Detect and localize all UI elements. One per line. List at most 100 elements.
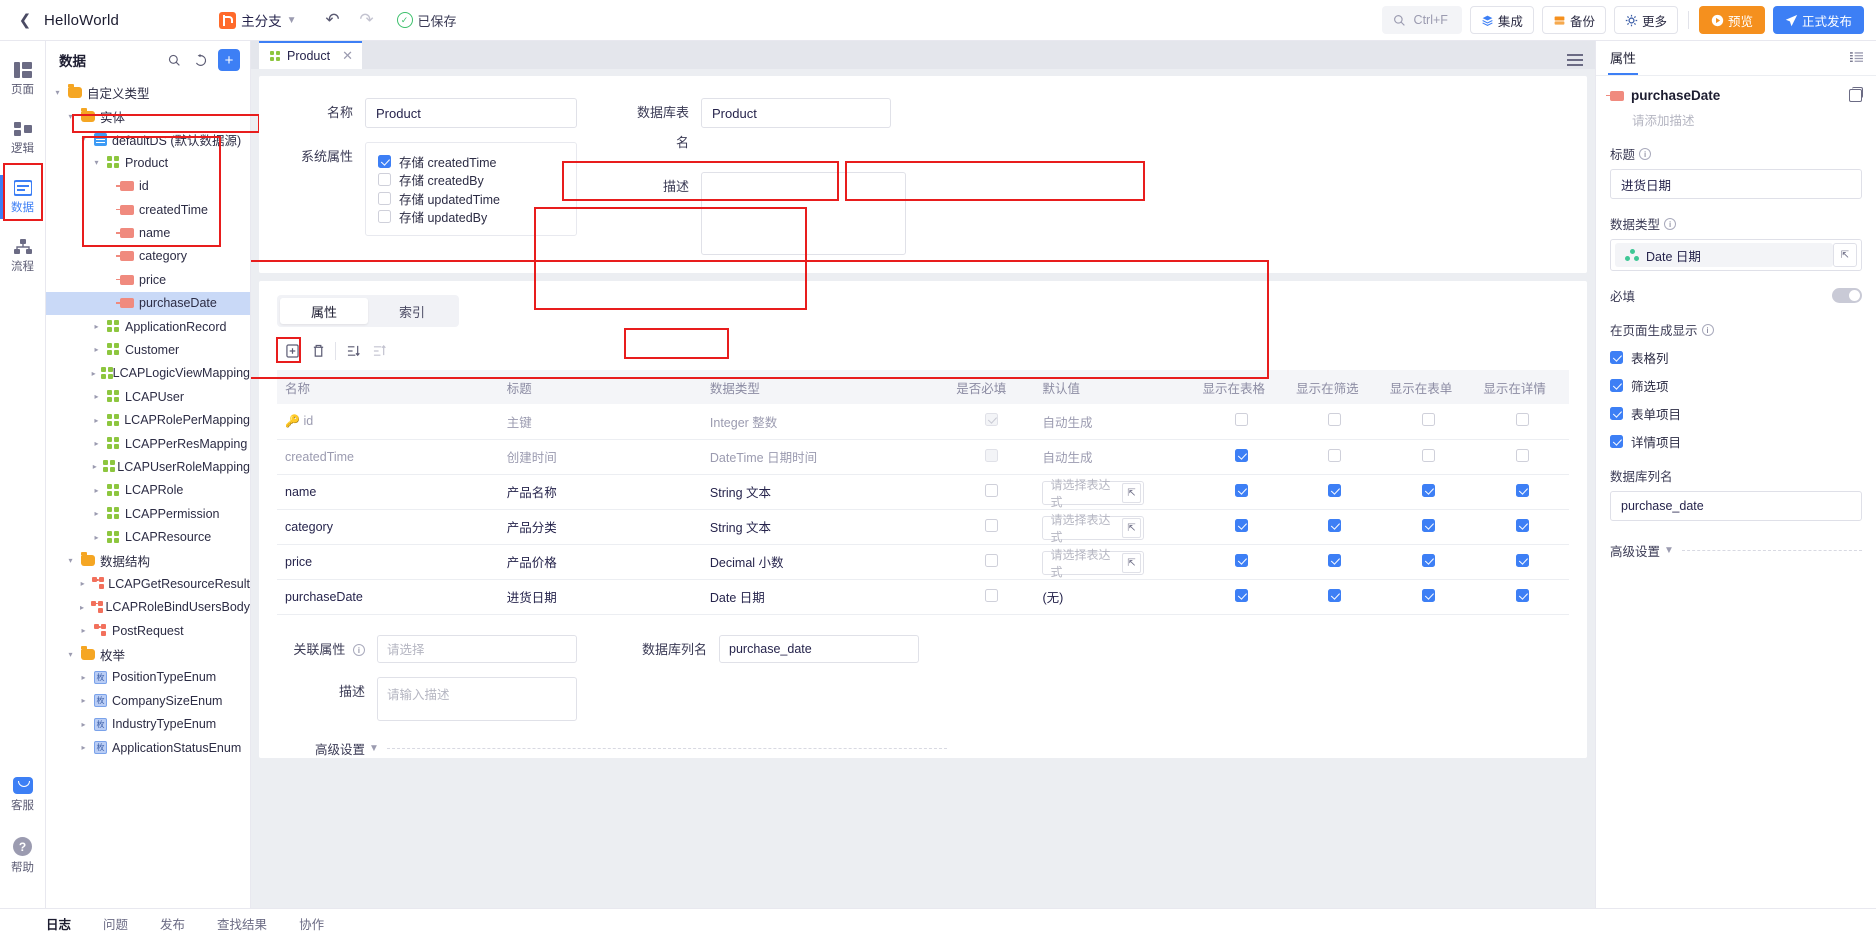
checkbox[interactable] bbox=[1234, 518, 1248, 532]
cell-default[interactable]: (无) bbox=[1034, 579, 1195, 615]
tree-node[interactable]: ▸ LCAPUserRoleMapping bbox=[46, 455, 250, 478]
cell-required[interactable] bbox=[948, 474, 1035, 510]
sidebar-item-page[interactable]: 页面 bbox=[0, 55, 46, 103]
checkbox[interactable] bbox=[1515, 448, 1529, 462]
sidebar-item-support[interactable]: 客服 bbox=[0, 770, 46, 819]
cell-title[interactable]: 主键 bbox=[498, 404, 702, 440]
add-button[interactable]: + bbox=[218, 49, 240, 71]
cell-show-in-table[interactable] bbox=[1194, 544, 1289, 580]
tree-node[interactable]: ▸ 枚 PositionTypeEnum bbox=[46, 666, 250, 689]
cell-show-in-filter[interactable] bbox=[1288, 544, 1382, 580]
twisty-icon[interactable]: ▸ bbox=[91, 322, 102, 331]
sidebar-item-help[interactable]: ? 帮助 bbox=[0, 830, 46, 881]
tree-node[interactable]: ▾ defaultDS (默认数据源) bbox=[46, 128, 250, 151]
checkbox[interactable] bbox=[1515, 518, 1529, 532]
cell-show-in-filter[interactable] bbox=[1288, 439, 1382, 475]
dbcolumn-input[interactable]: purchase_date bbox=[1610, 491, 1862, 521]
display-checkbox-group[interactable]: 表格列 筛选项 表单项目 详情项目 bbox=[1610, 348, 1862, 451]
segment-tab[interactable]: 属性 bbox=[280, 298, 368, 324]
expand-icon[interactable]: ⇱ bbox=[1833, 243, 1857, 267]
data-tree-list[interactable]: ▾ 自定义类型 ▾ 实体 ▾ defaultDS (默认数据源) ▾ Product id cre… bbox=[46, 79, 250, 908]
table-row[interactable]: price 产品价格 Decimal 小数 请选择表达式 ⇱ bbox=[277, 544, 1569, 580]
twisty-icon[interactable]: ▸ bbox=[91, 509, 102, 518]
cell-show-in-detail[interactable] bbox=[1475, 404, 1569, 440]
cell-show-in-detail[interactable] bbox=[1475, 509, 1569, 545]
checkbox[interactable] bbox=[378, 210, 391, 224]
cell-show-in-form[interactable] bbox=[1381, 509, 1476, 545]
tree-node[interactable]: id bbox=[46, 175, 250, 198]
table-body[interactable]: 🔑 id 主键 Integer 整数 自动生成 createdTime 创建时间 DateT… bbox=[277, 404, 1569, 615]
cell-required[interactable] bbox=[948, 544, 1035, 580]
cell-show-in-form[interactable] bbox=[1381, 474, 1476, 510]
twisty-icon[interactable]: ▸ bbox=[91, 439, 102, 448]
twisty-icon[interactable]: ▾ bbox=[65, 650, 76, 659]
checkbox[interactable] bbox=[1422, 553, 1436, 567]
checkbox[interactable] bbox=[1422, 588, 1436, 602]
twisty-icon[interactable]: ▾ bbox=[91, 158, 102, 167]
cell-title[interactable]: 创建时间 bbox=[498, 439, 702, 475]
undo-icon[interactable]: ↶ bbox=[319, 6, 347, 34]
twisty-icon[interactable]: ▾ bbox=[65, 112, 76, 121]
cell-datatype[interactable]: DateTime 日期时间 bbox=[701, 439, 949, 475]
twisty-icon[interactable]: ▸ bbox=[91, 486, 102, 495]
attributes-tabs[interactable]: 属性 索引 bbox=[277, 295, 459, 327]
tree-node[interactable]: ▸ LCAPPerResMapping bbox=[46, 432, 250, 455]
expand-icon[interactable]: ⇱ bbox=[1121, 553, 1142, 573]
system-attr-item[interactable]: 存储 updatedBy bbox=[378, 208, 564, 227]
cell-datatype[interactable]: String 文本 bbox=[701, 474, 949, 510]
branch-selector[interactable]: 主分支 ▼ bbox=[219, 10, 297, 30]
cell-show-in-detail[interactable] bbox=[1475, 474, 1569, 510]
cell-show-in-filter[interactable] bbox=[1288, 579, 1382, 615]
integration-button[interactable]: 集成 bbox=[1469, 6, 1534, 34]
tree-node[interactable]: ▸ LCAPLogicViewMapping bbox=[46, 362, 250, 385]
cell-show-in-form[interactable] bbox=[1381, 439, 1476, 475]
cell-show-in-table[interactable] bbox=[1194, 509, 1289, 545]
default-expression-input[interactable]: 请选择表达式 ⇱ bbox=[1042, 513, 1145, 544]
twisty-icon[interactable]: ▸ bbox=[91, 392, 102, 401]
delete-attribute-icon[interactable] bbox=[307, 340, 329, 362]
tree-node[interactable]: ▸ Customer bbox=[46, 338, 250, 361]
checkbox[interactable] bbox=[1610, 351, 1623, 364]
checkbox[interactable] bbox=[984, 483, 998, 497]
checkbox[interactable] bbox=[378, 173, 391, 187]
tree-node[interactable]: ▸ 枚 CompanySizeEnum bbox=[46, 689, 250, 712]
display-option[interactable]: 表单项目 bbox=[1610, 404, 1862, 423]
twisty-icon[interactable]: ▸ bbox=[78, 696, 89, 705]
cell-required[interactable] bbox=[948, 439, 1035, 475]
tree-node[interactable]: purchaseDate bbox=[46, 291, 250, 315]
cell-default[interactable]: 请选择表达式 ⇱ bbox=[1034, 509, 1195, 545]
checkbox[interactable] bbox=[1234, 448, 1248, 462]
entity-desc-textarea[interactable] bbox=[701, 172, 906, 255]
more-button[interactable]: 更多 bbox=[1613, 6, 1678, 34]
table-row[interactable]: category 产品分类 String 文本 请选择表达式 ⇱ bbox=[277, 509, 1569, 545]
system-attr-item[interactable]: 存储 createdTime bbox=[378, 152, 564, 171]
tree-node[interactable]: ▸ LCAPResource bbox=[46, 525, 250, 548]
checkbox[interactable] bbox=[1328, 413, 1342, 427]
cell-show-in-table[interactable] bbox=[1194, 439, 1289, 475]
cell-show-in-filter[interactable] bbox=[1288, 509, 1382, 545]
checkbox[interactable] bbox=[1328, 553, 1342, 567]
datatype-selector[interactable]: Date 日期 ⇱ bbox=[1610, 239, 1862, 271]
cell-title[interactable]: 产品价格 bbox=[498, 544, 702, 580]
sidebar-item-flow[interactable]: 流程 bbox=[0, 232, 46, 280]
cell-title[interactable]: 进货日期 bbox=[498, 579, 702, 615]
tree-node[interactable]: ▸ 枚 ApplicationStatusEnum bbox=[46, 736, 250, 759]
twisty-icon[interactable]: ▾ bbox=[78, 135, 89, 144]
cell-show-in-table[interactable] bbox=[1194, 474, 1289, 510]
checkbox[interactable] bbox=[1610, 435, 1623, 448]
system-attr-checkbox-group[interactable]: 存储 createdTime 存储 createdBy 存储 updatedTime… bbox=[365, 142, 577, 236]
expand-icon[interactable]: ⇱ bbox=[1121, 483, 1142, 503]
db-table-input[interactable]: Product bbox=[701, 98, 891, 128]
tree-node[interactable]: ▸ LCAPRole bbox=[46, 479, 250, 502]
twisty-icon[interactable]: ▸ bbox=[91, 369, 96, 378]
twisty-icon[interactable]: ▾ bbox=[65, 556, 76, 565]
cell-required[interactable] bbox=[948, 404, 1035, 440]
title-input[interactable]: 进货日期 bbox=[1610, 169, 1862, 199]
cell-default[interactable]: 请选择表达式 ⇱ bbox=[1034, 474, 1195, 510]
tree-node[interactable]: ▾ 自定义类型 bbox=[46, 81, 250, 104]
status-tab[interactable]: 发布 bbox=[160, 914, 185, 933]
cell-show-in-table[interactable] bbox=[1194, 579, 1289, 615]
attr-desc-textarea[interactable]: 请输入描述 bbox=[377, 676, 577, 721]
checkbox[interactable] bbox=[1515, 553, 1529, 567]
checkbox[interactable] bbox=[1422, 413, 1436, 427]
